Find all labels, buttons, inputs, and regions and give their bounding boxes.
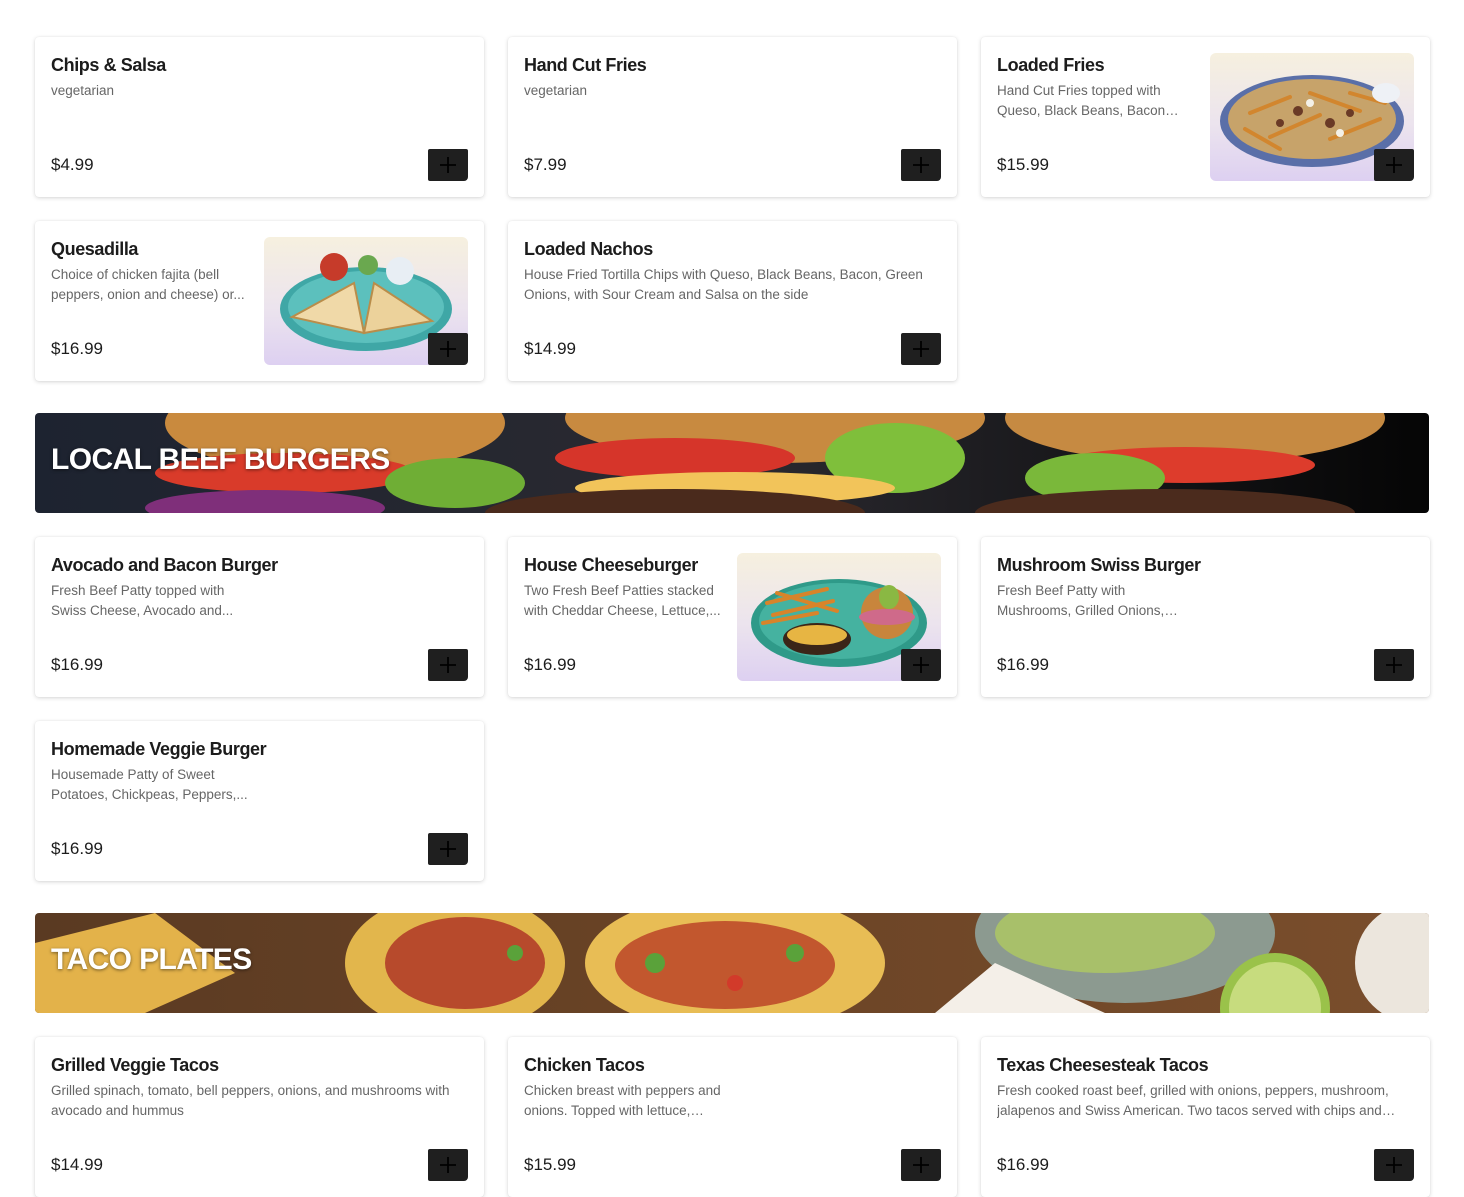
menu-item-card[interactable]: Texas Cheesesteak Tacos Fresh cooked roa… xyxy=(981,1037,1430,1197)
item-description: Choice of chicken fajita (bell peppers, … xyxy=(51,267,245,302)
plus-icon xyxy=(913,1157,929,1173)
add-to-cart-button[interactable] xyxy=(901,1149,941,1181)
menu-item-card[interactable]: Loaded Fries Hand Cut Fries topped with … xyxy=(981,37,1430,197)
item-description: Chicken breast with peppers and onions. … xyxy=(524,1083,721,1118)
menu-item-card[interactable]: Grilled Veggie Tacos Grilled spinach, to… xyxy=(35,1037,484,1197)
item-description: Fresh Beef Patty topped with Swiss Chees… xyxy=(51,583,234,618)
item-price: $16.99 xyxy=(524,655,576,674)
item-price: $16.99 xyxy=(997,1155,1049,1174)
item-name: Texas Cheesesteak Tacos xyxy=(997,1055,1209,1075)
item-name: Hand Cut Fries xyxy=(524,55,647,75)
section-heading: LOCAL BEEF BURGERS xyxy=(51,443,390,476)
add-to-cart-button[interactable] xyxy=(901,333,941,365)
item-price: $16.99 xyxy=(51,339,103,358)
item-name: Avocado and Bacon Burger xyxy=(51,555,278,575)
add-to-cart-button[interactable] xyxy=(428,649,468,681)
menu-item-card[interactable]: Hand Cut Fries vegetarian $7.99 xyxy=(508,37,957,197)
menu-item-card[interactable]: Mushroom Swiss Burger Fresh Beef Patty w… xyxy=(981,537,1430,697)
item-description: Hand Cut Fries topped with Queso, Black … xyxy=(997,83,1166,118)
item-description: Fresh cooked roast beef, grilled with on… xyxy=(997,1083,1389,1118)
plus-icon xyxy=(440,341,456,357)
add-to-cart-button[interactable] xyxy=(428,833,468,865)
plus-icon xyxy=(913,341,929,357)
add-to-cart-button[interactable] xyxy=(428,1149,468,1181)
add-to-cart-button[interactable] xyxy=(1374,649,1414,681)
item-name: Mushroom Swiss Burger xyxy=(997,555,1201,575)
section-banner-burgers: LOCAL BEEF BURGERS xyxy=(35,413,1429,513)
item-name: Quesadilla xyxy=(51,239,139,259)
plus-icon xyxy=(1386,1157,1402,1173)
item-description: vegetarian xyxy=(51,83,115,98)
item-name: Chips & Salsa xyxy=(51,55,166,75)
menu-item-card[interactable]: Chips & Salsa vegetarian $4.99 xyxy=(35,37,484,197)
item-name: Grilled Veggie Tacos xyxy=(51,1055,219,1075)
add-to-cart-button[interactable] xyxy=(901,149,941,181)
plus-icon xyxy=(440,1157,456,1173)
item-price: $4.99 xyxy=(51,155,94,174)
add-to-cart-button[interactable] xyxy=(1374,149,1414,181)
plus-icon xyxy=(440,657,456,673)
menu-item-card[interactable]: House Cheeseburger Two Fresh Beef Pattie… xyxy=(508,537,957,697)
tacos-grid: Grilled Veggie Tacos Grilled spinach, to… xyxy=(35,1037,1430,1197)
appetizers-grid: Chips & Salsa vegetarian $4.99 Hand Cut … xyxy=(35,37,1430,381)
menu-item-card[interactable]: Avocado and Bacon Burger Fresh Beef Patt… xyxy=(35,537,484,697)
add-to-cart-button[interactable] xyxy=(428,149,468,181)
plus-icon xyxy=(440,157,456,173)
item-price: $7.99 xyxy=(524,155,567,174)
item-price: $16.99 xyxy=(51,655,103,674)
item-description: Housemade Patty of Sweet Potatoes, Chick… xyxy=(51,767,248,802)
burgers-grid: Avocado and Bacon Burger Fresh Beef Patt… xyxy=(35,537,1430,881)
item-price: $14.99 xyxy=(51,1155,103,1174)
item-price: $16.99 xyxy=(51,839,103,858)
section-heading: TACO PLATES xyxy=(51,943,252,976)
item-description: vegetarian xyxy=(524,83,588,98)
add-to-cart-button[interactable] xyxy=(1374,1149,1414,1181)
plus-icon xyxy=(1386,657,1402,673)
item-description: Fresh Beef Patty with Mushrooms, Grilled… xyxy=(997,583,1165,618)
section-banner-tacos: TACO PLATES xyxy=(35,913,1429,1013)
menu-item-card[interactable]: Loaded Nachos House Fried Tortilla Chips… xyxy=(508,221,957,381)
item-price: $15.99 xyxy=(997,155,1049,174)
menu-item-card[interactable]: Chicken Tacos Chicken breast with pepper… xyxy=(508,1037,957,1197)
add-to-cart-button[interactable] xyxy=(428,333,468,365)
item-name: House Cheeseburger xyxy=(524,555,698,575)
item-name: Chicken Tacos xyxy=(524,1055,645,1075)
plus-icon xyxy=(913,657,929,673)
item-price: $15.99 xyxy=(524,1155,576,1174)
item-description: House Fried Tortilla Chips with Queso, B… xyxy=(524,267,923,302)
item-name: Loaded Nachos xyxy=(524,239,653,259)
item-name: Homemade Veggie Burger xyxy=(51,739,267,759)
plus-icon xyxy=(440,841,456,857)
item-description: Two Fresh Beef Patties stacked with Ched… xyxy=(524,583,721,618)
item-description: Grilled spinach, tomato, bell peppers, o… xyxy=(51,1083,450,1118)
menu-item-card[interactable]: Quesadilla Choice of chicken fajita (bel… xyxy=(35,221,484,381)
item-name: Loaded Fries xyxy=(997,55,1105,75)
item-price: $14.99 xyxy=(524,339,576,358)
plus-icon xyxy=(1386,157,1402,173)
menu-item-card[interactable]: Homemade Veggie Burger Housemade Patty o… xyxy=(35,721,484,881)
add-to-cart-button[interactable] xyxy=(901,649,941,681)
plus-icon xyxy=(913,157,929,173)
item-price: $16.99 xyxy=(997,655,1049,674)
